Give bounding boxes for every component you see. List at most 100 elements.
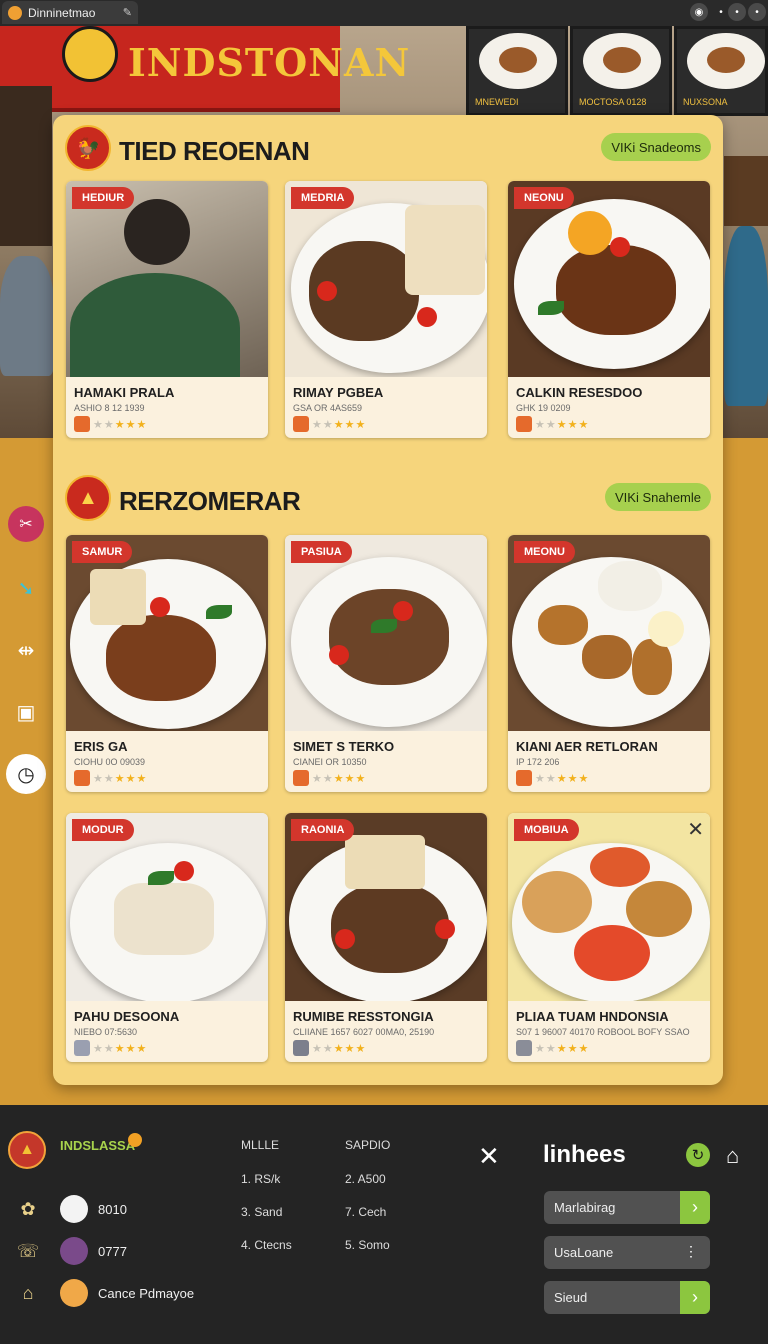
location-icon[interactable]: ✿ [14, 1195, 42, 1223]
card-name: PAHU DESOONA [74, 1009, 180, 1024]
more-icon[interactable]: ⋮ [684, 1243, 698, 1260]
dropdown-field[interactable]: UsaLoane ⋮ [544, 1236, 710, 1269]
rating-icon [293, 416, 309, 432]
card-subtitle: IP 172 206 [516, 757, 560, 767]
avatar[interactable] [60, 1237, 88, 1265]
sign-logo [62, 26, 118, 82]
menu-card[interactable]: MEONU KIANI AER RETLORAN IP 172 206 ★★★★… [508, 535, 710, 792]
tab-title: Dinninetmao [28, 5, 96, 20]
section-logo: 🐓 [65, 125, 111, 171]
dropdown-field[interactable]: Marlabirag › [544, 1191, 710, 1224]
card-subtitle: NIEBO 07:5630 [74, 1027, 138, 1037]
card-name: PLIAA TUAM HNDONSIA [516, 1009, 669, 1024]
card-subtitle: CIANEI OR 10350 [293, 757, 367, 767]
brand-logo[interactable]: ▲ [8, 1131, 46, 1169]
contact-text: 0777 [98, 1244, 127, 1259]
star-rating: ★★★★★ [535, 418, 590, 431]
card-badge: MEONU [514, 541, 575, 563]
card-subtitle: GHK 19 0209 [516, 403, 571, 413]
close-icon[interactable]: ✕ [478, 1141, 500, 1172]
browser-tab[interactable]: Dinninetmao ✎ [2, 1, 138, 24]
chevron-right-icon[interactable]: › [680, 1191, 710, 1224]
card-name: CALKIN RESESDOO [516, 385, 643, 400]
card-name: ERIS GA [74, 739, 128, 754]
footer-link[interactable]: 1. RS/k [241, 1172, 280, 1186]
footer-link[interactable]: 2. A500 [345, 1172, 386, 1186]
column-header: SAPDIO [345, 1138, 391, 1152]
avatar[interactable] [60, 1195, 88, 1223]
rating-icon [293, 770, 309, 786]
card-name: HAMAKI PRALA [74, 385, 175, 400]
record-icon[interactable]: ◉ [690, 3, 708, 21]
section-filter-pill[interactable]: VIKi Snadeoms [601, 133, 711, 161]
card-badge: NEONU [514, 187, 574, 209]
panel-title: linhees [543, 1141, 626, 1168]
card-rating: ★★★★★ [516, 416, 702, 432]
card-subtitle: S07 1 96007 40170 ROBOOL BOFY SSAO [516, 1027, 690, 1037]
card-badge: RAONIA [291, 819, 355, 841]
menu-card[interactable]: PASIUA SIMET S TERKO CIANEI OR 10350 ★★★… [285, 535, 487, 792]
title-bar: Dinninetmao ✎ ◉ • • • [0, 0, 768, 26]
rating-icon [74, 416, 90, 432]
diner-figure [0, 256, 54, 376]
footer-link[interactable]: 7. Cech [345, 1205, 386, 1219]
section-logo: ▲ [65, 475, 111, 521]
menu-board-label: MNEWEDI [475, 97, 519, 107]
menu-card[interactable]: SAMUR ERIS GA CIOHU 0O 09039 ★★★★★ [66, 535, 268, 792]
split-icon[interactable]: ⇹ [8, 632, 44, 668]
footer-bar: ▲ INDSLASSA ✿ 8010 ☏ 0777 ⌂ Cance Pdmayo… [0, 1105, 768, 1344]
card-badge: MODUR [72, 819, 134, 841]
card-rating: ★★★★★ [74, 416, 260, 432]
menu-card[interactable]: NEONU CALKIN RESESDOO GHK 19 0209 ★★★★★ [508, 181, 710, 438]
menu-board: MNEWEDI [466, 26, 568, 116]
footer-link[interactable]: 5. Somo [345, 1238, 390, 1252]
card-badge: MEDRIA [291, 187, 355, 209]
card-badge: MOBIUA [514, 819, 579, 841]
star-rating: ★★★★★ [535, 1042, 590, 1055]
menu-card[interactable]: RAONIA RUMIBE RESSTONGIA CLIIANE 1657 60… [285, 813, 487, 1062]
card-subtitle: CIOHU 0O 09039 [74, 757, 146, 767]
pin-icon[interactable]: ➘ [8, 570, 44, 606]
card-rating: ★★★★★ [293, 770, 479, 786]
avatar[interactable] [60, 1279, 88, 1307]
close-button[interactable]: • [748, 3, 766, 21]
star-rating: ★★★★★ [312, 772, 367, 785]
maximize-button[interactable]: • [728, 3, 746, 21]
field-label: Sieud [554, 1290, 588, 1305]
refresh-icon[interactable]: ↻ [686, 1143, 710, 1167]
card-badge: PASIUA [291, 541, 352, 563]
close-icon[interactable]: ✕ [687, 817, 704, 842]
field-label: UsaLoane [554, 1245, 614, 1260]
contact-text: 8010 [98, 1202, 127, 1217]
sign-text: INDSTONAN [128, 40, 411, 85]
footer-link[interactable]: 4. Ctecns [241, 1238, 292, 1252]
wall-poster [0, 86, 52, 246]
home-icon[interactable]: ⌂ [726, 1143, 739, 1169]
card-name: RUMIBE RESSTONGIA [293, 1009, 434, 1024]
card-rating: ★★★★★ [74, 1040, 260, 1056]
menu-card[interactable]: MODUR PAHU DESOONA NIEBO 07:5630 ★★★★★ [66, 813, 268, 1062]
tools-icon[interactable]: ✂ [8, 506, 44, 542]
dropdown-field[interactable]: Sieud › [544, 1281, 710, 1314]
clock-icon[interactable]: ◷ [6, 754, 46, 794]
card-subtitle: GSA OR 4AS659 [293, 403, 363, 413]
brand-name: INDSLASSA [60, 1138, 136, 1153]
section-title: TIED REOENAN [119, 136, 310, 166]
home-icon[interactable]: ⌂ [14, 1279, 42, 1307]
menu-card[interactable]: HEDIUR HAMAKI PRALA ASHIO 8 12 1939 ★★★★… [66, 181, 268, 438]
menu-card[interactable]: MEDRIA RIMAY PGBEA GSA OR 4AS659 ★★★★★ [285, 181, 487, 438]
rating-icon [516, 416, 532, 432]
tab-edit-icon[interactable]: ✎ [123, 6, 132, 19]
section-filter-pill[interactable]: VIKi Snahemle [605, 483, 711, 511]
app-icon [8, 5, 22, 20]
menu-card[interactable]: MOBIUA ✕ PLIAA TUAM HNDONSIA S07 1 96007… [508, 813, 710, 1062]
notification-dot [128, 1133, 142, 1147]
footer-link[interactable]: 3. Sand [241, 1205, 282, 1219]
card-rating: ★★★★★ [293, 1040, 479, 1056]
rating-icon [74, 1040, 90, 1056]
chevron-right-icon[interactable]: › [680, 1281, 710, 1314]
card-rating: ★★★★★ [516, 770, 702, 786]
phone-icon[interactable]: ☏ [14, 1237, 42, 1265]
card-badge: HEDIUR [72, 187, 135, 209]
bag-icon[interactable]: ▣ [8, 694, 44, 730]
